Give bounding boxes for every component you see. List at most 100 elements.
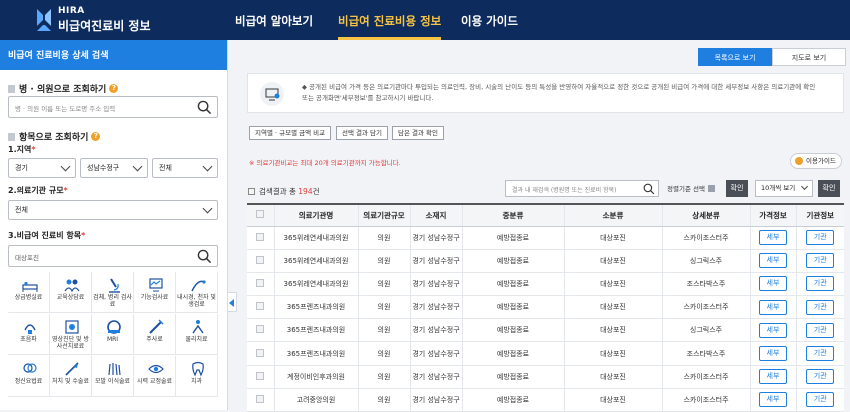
per-page-select[interactable]: 10개씩 보기	[755, 180, 813, 197]
header-checkbox[interactable]	[256, 210, 265, 219]
help-icon[interactable]: ?	[109, 84, 119, 93]
list-view-button[interactable]: 목록으로 보기	[698, 48, 772, 66]
category-label: 시력 교정술료	[136, 378, 173, 385]
view-saved-button[interactable]: 담은 결과 확인	[392, 126, 445, 140]
org-info-button[interactable]: 기관	[806, 322, 835, 338]
table-row[interactable]: 365위레연세내과의원 의원 경기 성남수정구 예방접종료 대상포진 조스타박스주 세부 기관	[247, 272, 844, 297]
category-syringe[interactable]: 주사료	[134, 314, 176, 355]
mri-icon	[107, 320, 121, 334]
col-mid-category[interactable]: 중분류	[461, 203, 564, 227]
category-radiation[interactable]: 영상진단 및 방사선치료료	[50, 314, 92, 355]
nav-cost-info[interactable]: 비급여 진료비용 정보	[338, 0, 442, 40]
category-label: 기능검사료	[140, 294, 169, 301]
category-tooth[interactable]: 치과	[176, 356, 218, 397]
category-microscope[interactable]: 검체, 병리 검사료	[92, 272, 134, 313]
org-info-button[interactable]: 기관	[806, 392, 835, 408]
cost-item-input[interactable]: 대상포진	[8, 245, 218, 267]
hospital-search-input[interactable]: 병 · 의원 이름 또는 도로명 주소 입력	[8, 96, 218, 118]
cell-detail-category: 스카이조스터주	[661, 388, 750, 412]
col-sub-category[interactable]: 소분류	[563, 203, 662, 227]
org-info-button[interactable]: 기관	[806, 276, 835, 292]
district-select[interactable]: 성남수정구	[80, 158, 148, 178]
col-hospital-type[interactable]: 의료기관규모	[357, 203, 410, 227]
cell-hospital-name: 365위레연세내과의원	[273, 272, 358, 297]
row-checkbox-cell	[247, 388, 274, 412]
org-info-button[interactable]: 기관	[806, 230, 835, 246]
col-location[interactable]: 소재지	[409, 203, 462, 227]
table-row[interactable]: 365프렌즈내과의원 의원 경기 성남수정구 예방접종료 대상포진 싱그릭스주 세부 기관	[247, 318, 844, 343]
row-checkbox[interactable]	[256, 302, 265, 311]
compare-button[interactable]: 지역별 · 규모별 금액 비교	[249, 126, 332, 140]
row-checkbox[interactable]	[256, 325, 265, 334]
org-info-button[interactable]: 기관	[806, 299, 835, 315]
nav-guide[interactable]: 이용 가이드	[461, 0, 518, 40]
per-page-confirm-button[interactable]: 확인	[818, 180, 840, 197]
category-scalpel[interactable]: 처치 및 수술료	[50, 356, 92, 397]
row-checkbox[interactable]	[256, 371, 265, 380]
logo-small-text[interactable]: HIRA	[58, 6, 85, 16]
category-monitor[interactable]: 기능검사료	[134, 272, 176, 313]
province-select[interactable]: 경기	[8, 158, 76, 178]
nav-learn[interactable]: 비급여 알아보기	[235, 0, 313, 40]
row-checkbox[interactable]	[256, 278, 265, 287]
cell-hospital-type: 의원	[357, 226, 410, 250]
result-search-input[interactable]: 결과 내 재검색 (병원명 또는 진료비 항목)	[505, 180, 659, 197]
org-info-button[interactable]: 기관	[806, 369, 835, 385]
row-checkbox-cell	[247, 272, 274, 297]
save-selection-button[interactable]: 선택 결과 담기	[336, 126, 389, 140]
town-select[interactable]: 전체	[152, 158, 218, 178]
logo-title[interactable]: 비급여진료비 정보	[58, 17, 151, 34]
cell-sub-category: 대상포진	[563, 388, 662, 412]
select-all-checkbox[interactable]	[248, 188, 255, 195]
cell-mid-category: 예방접종료	[461, 365, 564, 389]
search-icon[interactable]	[643, 183, 655, 195]
search-icon[interactable]	[197, 249, 212, 264]
category-label: 상급병실료	[14, 294, 43, 301]
category-hair[interactable]: 모발 이식술료	[92, 356, 134, 397]
category-physio[interactable]: 물리치료	[176, 314, 218, 355]
map-view-button[interactable]: 지도로 보기	[772, 48, 846, 66]
price-detail-button[interactable]: 세부	[759, 276, 787, 292]
price-detail-button[interactable]: 세부	[759, 230, 787, 246]
price-detail-button[interactable]: 세부	[759, 322, 787, 338]
category-bed[interactable]: 상급병실료	[8, 272, 50, 313]
col-hospital-name[interactable]: 의료기관명	[273, 203, 358, 227]
cell-detail-category: 조스타박스주	[661, 272, 750, 297]
user-guide-button[interactable]: 이용가이드	[790, 153, 842, 169]
price-detail-button[interactable]: 세부	[759, 392, 787, 408]
price-detail-button[interactable]: 세부	[759, 346, 787, 362]
sort-selector[interactable]: 정렬기준 선택	[667, 183, 715, 193]
category-mri[interactable]: MRI	[92, 314, 134, 355]
price-detail-button[interactable]: 세부	[759, 369, 787, 385]
table-row[interactable]: 365프렌즈내과의원 의원 경기 성남수정구 예방접종료 대상포진 스카이조스터주 세부 기관	[247, 295, 844, 320]
table-row[interactable]: 365위레연세내과의원 의원 경기 성남수정구 예방접종료 대상포진 싱그릭스주 세부 기관	[247, 249, 844, 273]
cell-location: 경기 성남수정구	[409, 365, 462, 389]
help-icon[interactable]: ?	[91, 132, 101, 141]
row-checkbox[interactable]	[256, 232, 265, 241]
price-detail-button[interactable]: 세부	[759, 299, 787, 315]
row-checkbox[interactable]	[256, 394, 265, 403]
category-ultrasound[interactable]: 초음파	[8, 314, 50, 355]
hira-logo-icon[interactable]	[34, 7, 54, 33]
table-row[interactable]: 고려중앙의원 의원 경기 성남수정구 예방접종료 대상포진 스카이조스터주 세부 기관	[247, 388, 844, 412]
sort-confirm-button[interactable]: 확인	[726, 180, 748, 197]
search-icon[interactable]	[197, 100, 212, 115]
category-eye[interactable]: 시력 교정술료	[134, 356, 176, 397]
org-info-button[interactable]: 기관	[806, 253, 835, 269]
col-price-info: 가격정보	[749, 203, 796, 227]
org-info-button[interactable]: 기관	[806, 346, 835, 362]
price-detail-button[interactable]: 세부	[759, 253, 787, 269]
category-endoscope[interactable]: 내시경, 천자 및 생검료	[176, 272, 218, 313]
category-brain[interactable]: 정신요법료	[8, 356, 50, 397]
table-row[interactable]: 365프렌즈내과의원 의원 경기 성남수정구 예방접종료 대상포진 조스타박스주 세부 기관	[247, 341, 844, 366]
facility-type-select[interactable]: 전체	[8, 200, 218, 220]
table-row[interactable]: 계정이비인후과의원 의원 경기 성남수정구 예방접종료 대상포진 스카이조스터주 세부 기관	[247, 365, 844, 389]
category-counsel[interactable]: 교육상담료	[50, 272, 92, 313]
result-count: 검색결과 총 194 건	[248, 186, 320, 197]
table-row[interactable]: 365위레연세내과의원 의원 경기 성남수정구 예방접종료 대상포진 스카이조스터주 세부 기…	[247, 226, 844, 250]
col-detail-category[interactable]: 상세분류	[661, 203, 750, 227]
row-checkbox[interactable]	[256, 348, 265, 357]
row-checkbox[interactable]	[256, 255, 265, 264]
chevron-down-icon	[202, 203, 213, 214]
collapse-sidebar-button[interactable]	[228, 292, 237, 312]
